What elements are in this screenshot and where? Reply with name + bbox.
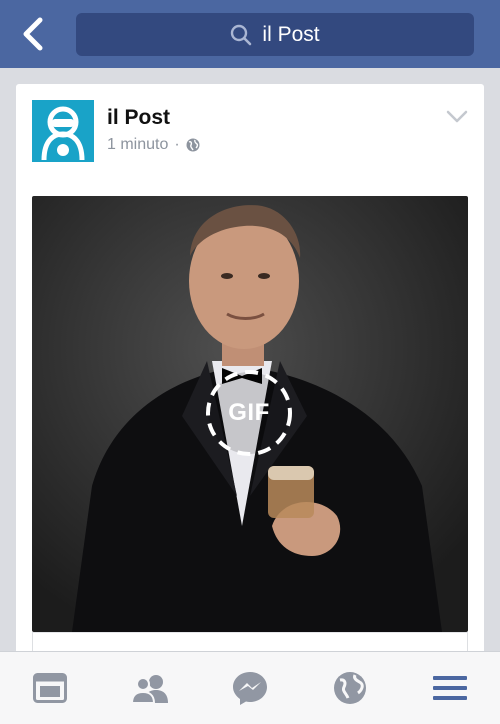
tab-news-feed[interactable] [20,658,80,718]
tab-more-menu[interactable] [420,658,480,718]
post-options-button[interactable] [446,110,468,129]
post-timestamp[interactable]: 1 minuto [107,136,168,154]
gif-badge-label: GIF [228,399,270,426]
search-icon [231,24,252,45]
notifications-globe-icon [334,672,366,704]
tab-notifications[interactable] [320,658,380,718]
search-query: il Post [262,22,320,46]
globe-icon [186,138,200,152]
chevron-left-icon [23,17,43,51]
gif-media[interactable]: GIF [32,196,468,632]
tab-friend-requests[interactable] [120,658,180,718]
post-card: il Post 1 minuto · GIF [16,84,484,704]
bottom-tab-bar [0,651,500,724]
search-field[interactable]: il Post [76,13,474,56]
back-button[interactable] [16,16,52,52]
meta-separator: · [174,136,180,153]
menu-icon [433,676,467,700]
page-avatar[interactable] [32,100,94,162]
top-bar: il Post [0,0,500,68]
news-feed-icon [33,673,67,703]
friends-icon [130,675,168,703]
messenger-icon [233,672,267,705]
tab-messenger[interactable] [220,658,280,718]
chevron-down-icon [446,110,468,123]
post-meta: 1 minuto · [107,136,200,154]
il-post-logo [41,106,85,161]
post-author[interactable]: il Post [107,106,170,130]
gif-play-badge[interactable]: GIF [206,370,292,456]
